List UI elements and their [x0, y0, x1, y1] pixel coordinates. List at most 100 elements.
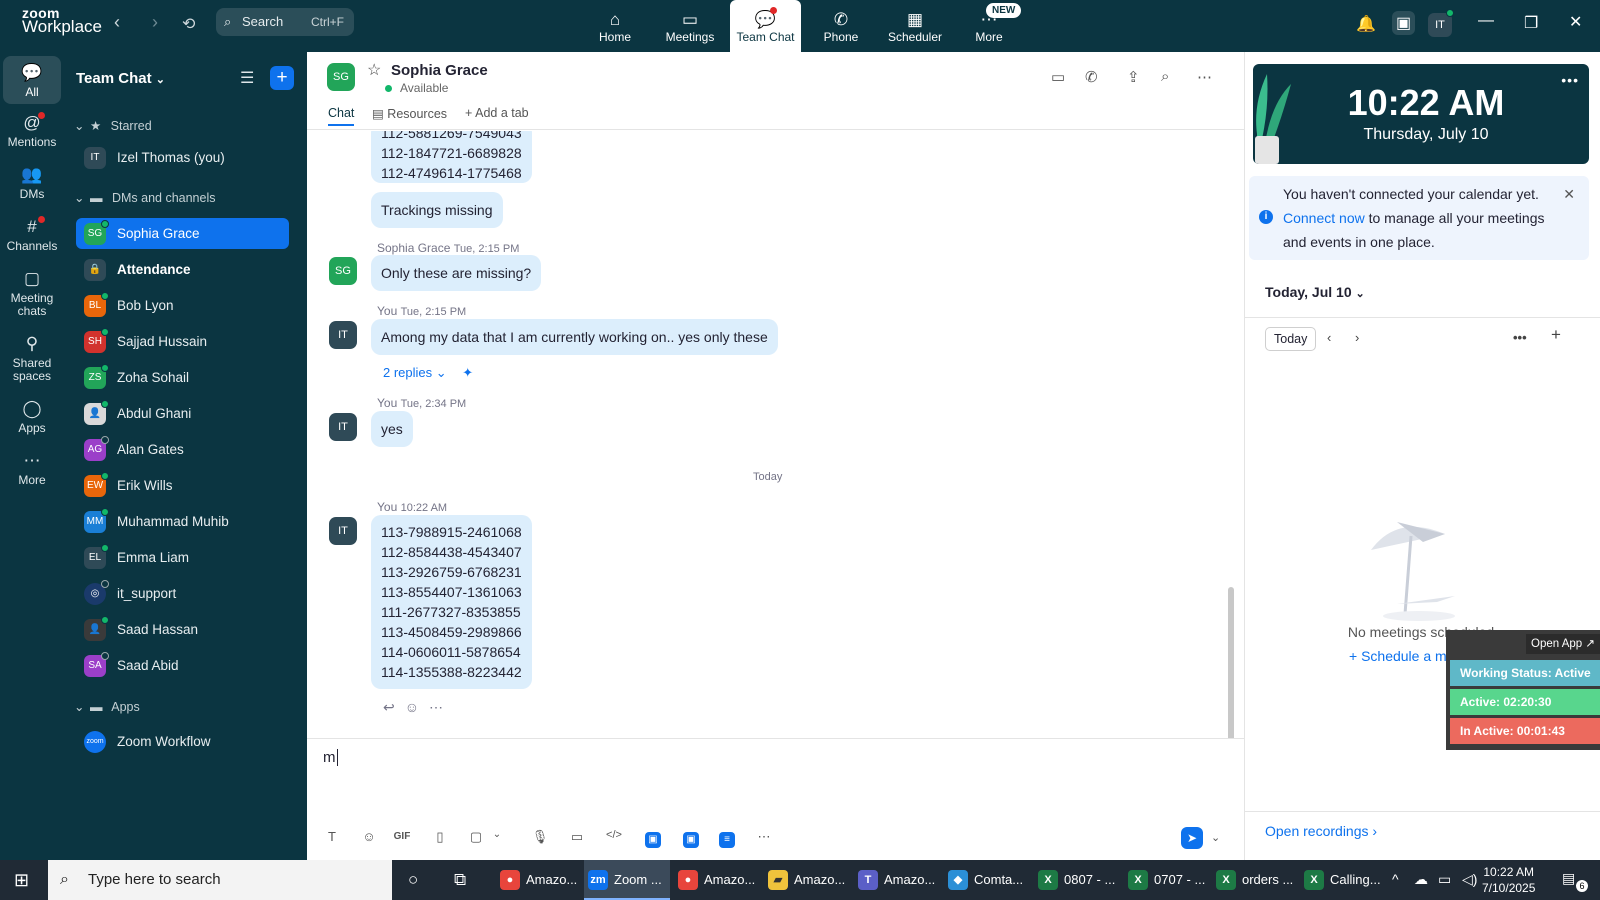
avatar[interactable]: IT	[329, 321, 357, 349]
sidebar-item-alan-gates[interactable]: AG Alan Gates	[76, 434, 289, 465]
sidebar-item-abdul-ghani[interactable]: 👤 Abdul Ghani	[76, 398, 289, 429]
taskbar-app-comta[interactable]: ◆ Comta...	[944, 860, 1028, 900]
contact-name[interactable]: Sophia Grace	[391, 62, 488, 79]
more-options-icon[interactable]: ⋯	[753, 829, 775, 845]
filter-icon[interactable]: ☰	[240, 68, 254, 88]
avatar[interactable]: IT	[329, 413, 357, 441]
sidebar-title[interactable]: Team Chat ⌄	[76, 70, 165, 87]
rail-dms[interactable]: 👥 DMs	[3, 164, 61, 201]
sidebar-item-zoom-workflow[interactable]: zoom Zoom Workflow	[76, 726, 289, 757]
rail-mentions[interactable]: @ Mentions	[3, 112, 61, 149]
chevron-right-icon[interactable]: ›	[1355, 330, 1359, 345]
sidebar-item-izel-thomas[interactable]: IT Izel Thomas (you)	[76, 142, 289, 173]
taskbar-clock[interactable]: 10:22 AM 7/10/2025	[1482, 864, 1535, 896]
tab-add[interactable]: + Add a tab	[465, 106, 529, 120]
tab-team-chat[interactable]: 💬 Team Chat	[730, 0, 801, 52]
tab-home[interactable]: ⌂ Home	[580, 0, 650, 52]
app-plugin-icon[interactable]: ▣	[683, 832, 699, 848]
video-call-icon[interactable]: ▭	[1051, 68, 1065, 86]
more-options-icon[interactable]: ⋯	[429, 699, 453, 715]
taskbar-app-folder[interactable]: ▰ Amazo...	[764, 860, 848, 900]
message-bubble[interactable]: 112-5881269-7549043 112-1847721-6689828 …	[371, 131, 532, 183]
taskbar-app-excel[interactable]: Xorders ...	[1212, 860, 1296, 900]
forward-arrow-icon[interactable]: ›	[152, 12, 158, 33]
tab-phone[interactable]: ✆ Phone	[806, 0, 876, 52]
close-icon[interactable]: ✕	[1563, 182, 1575, 206]
today-button[interactable]: Today	[1265, 327, 1317, 351]
message-bubble[interactable]: 113-7988915-2461068 112-8584438-4543407 …	[371, 515, 532, 689]
message-bubble[interactable]: Only these are missing?	[371, 255, 542, 291]
back-arrow-icon[interactable]: ‹	[114, 12, 120, 33]
bell-icon[interactable]: 🔔	[1356, 14, 1376, 34]
taskbar-app-excel[interactable]: X Calling...	[1300, 860, 1384, 900]
chevron-left-icon[interactable]: ‹	[1327, 330, 1331, 345]
notifications-icon[interactable]: ▤	[1562, 870, 1575, 887]
emoji-reaction-icon[interactable]: ☺	[405, 699, 429, 715]
chevron-up-icon[interactable]: ^	[1392, 871, 1399, 887]
more-options-icon[interactable]: •••	[1513, 330, 1527, 345]
sidebar-item-erik-wills[interactable]: EW Erik Wills	[76, 470, 289, 501]
tab-meetings[interactable]: ▭ Meetings	[655, 0, 725, 52]
rail-shared-spaces[interactable]: ⚲ Shared spaces	[3, 333, 61, 383]
onedrive-cloud-icon[interactable]: ☁	[1414, 871, 1428, 888]
sidebar-item-attendance[interactable]: 🔒 Attendance	[76, 254, 289, 285]
screenshot-icon[interactable]: ▢	[465, 829, 487, 845]
rail-apps[interactable]: ◯ Apps	[3, 398, 61, 435]
ai-sparkle-icon[interactable]: ✦	[462, 365, 473, 380]
sidebar-item-zoha-sohail[interactable]: ZS Zoha Sohail	[76, 362, 289, 393]
reply-icon[interactable]: ↩	[383, 699, 405, 715]
taskbar-search[interactable]: ⌕ Type here to search	[48, 860, 392, 900]
restore-icon[interactable]: ❐	[1524, 13, 1538, 33]
message-bubble[interactable]: yes	[371, 411, 413, 447]
taskbar-app-chrome[interactable]: ● Amazo...	[496, 860, 580, 900]
sidebar-item-bob-lyon[interactable]: BL Bob Lyon	[76, 290, 289, 321]
rail-more[interactable]: ⋯ More	[3, 450, 61, 487]
message-bubble[interactable]: Trackings missing	[371, 192, 503, 228]
apps-section[interactable]: ⌄ ▬ Apps	[74, 699, 140, 714]
connect-now-link[interactable]: Connect now	[1283, 210, 1365, 226]
sidebar-item-emma-liam[interactable]: EL Emma Liam	[76, 542, 289, 573]
rail-channels[interactable]: # Channels	[3, 216, 61, 253]
format-text-icon[interactable]: T	[321, 829, 343, 844]
gif-icon[interactable]: GIF	[391, 831, 413, 842]
taskbar-app-excel[interactable]: X 0707 - ...	[1124, 860, 1208, 900]
microphone-icon[interactable]: 🎙	[529, 829, 551, 845]
emoji-icon[interactable]: ☺	[358, 829, 380, 844]
sidebar-item-muhammad-muhib[interactable]: MM Muhammad Muhib	[76, 506, 289, 537]
add-event-icon[interactable]: +	[1551, 325, 1561, 345]
file-icon[interactable]: ▯	[429, 829, 451, 845]
star-outline-icon[interactable]: ☆	[367, 60, 381, 80]
global-search[interactable]: ⌕ Search Ctrl+F	[216, 8, 354, 36]
avatar[interactable]: SG	[329, 257, 357, 285]
search-icon[interactable]: ⌕	[1161, 68, 1169, 85]
history-icon[interactable]: ⟲	[182, 14, 195, 34]
tab-scheduler[interactable]: ▦ Scheduler	[880, 0, 950, 52]
phone-call-icon[interactable]: ✆	[1085, 68, 1098, 86]
rail-meeting-chats[interactable]: ▢ Meeting chats	[3, 268, 61, 318]
contact-avatar[interactable]: SG	[327, 63, 355, 91]
more-options-icon[interactable]: ⋯	[1197, 68, 1212, 86]
sidebar-item-sophia-grace[interactable]: SG Sophia Grace	[76, 218, 289, 249]
taskbar-app-excel[interactable]: X 0807 - ...	[1034, 860, 1118, 900]
code-icon[interactable]: </>	[603, 829, 625, 841]
video-message-icon[interactable]: ▭	[566, 829, 588, 845]
dms-section[interactable]: ⌄ ▬ DMs and channels	[74, 190, 215, 205]
message-bubble[interactable]: Among my data that I am currently workin…	[371, 319, 778, 355]
new-chat-button[interactable]: +	[270, 66, 294, 90]
sidebar-item-it-support[interactable]: ◎ it_support	[76, 578, 289, 609]
share-screen-icon[interactable]: ⇪	[1127, 68, 1140, 86]
send-icon[interactable]: ➤	[1181, 827, 1203, 849]
taskbar-app-chrome[interactable]: ● Amazo...	[674, 860, 758, 900]
volume-icon[interactable]: ◁)	[1462, 871, 1477, 888]
chevron-down-icon[interactable]: ⌄	[486, 829, 508, 840]
taskbar-app-zoom[interactable]: zm Zoom ...	[584, 860, 670, 900]
gift-icon[interactable]: ▣	[1392, 11, 1416, 35]
network-icon[interactable]: ▭	[1438, 871, 1451, 888]
sidebar-item-saad-abid[interactable]: SA Saad Abid	[76, 650, 289, 681]
message-composer[interactable]: m T ☺ GIF ▯ ▢ ⌄ 🎙 ▭ </> ▣ ▣ ≡ ⋯ ➤ ⌄	[307, 738, 1244, 860]
open-recordings-link[interactable]: Open recordings ›	[1265, 823, 1377, 839]
taskbar-app-teams[interactable]: T Amazo...	[854, 860, 938, 900]
task-view-icon[interactable]: ⧉	[454, 870, 466, 890]
today-heading[interactable]: Today, Jul 10 ⌄	[1265, 284, 1365, 300]
rail-all[interactable]: 💬 All	[3, 56, 61, 104]
